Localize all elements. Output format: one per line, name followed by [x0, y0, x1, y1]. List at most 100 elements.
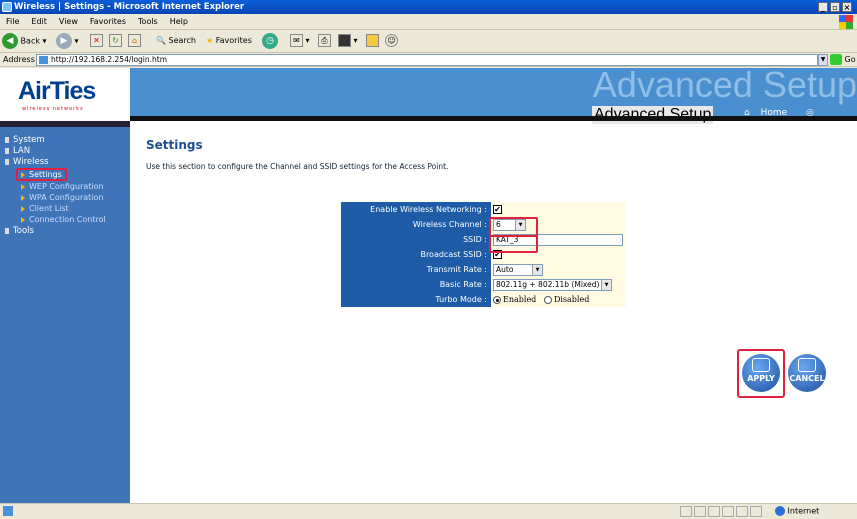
stop-icon: ✕	[90, 34, 103, 47]
cancel-label: CANCEL	[789, 374, 825, 383]
menu-help[interactable]: Help	[164, 14, 194, 30]
web-page: AirTies wireless networks Advanced Setup…	[0, 64, 857, 503]
arrow-icon	[21, 171, 25, 178]
page-status-icon	[3, 506, 13, 516]
edit-icon	[338, 34, 351, 47]
close-button[interactable]: ×	[842, 2, 852, 12]
arrow-icon	[21, 216, 25, 223]
home-icon: ⌂	[128, 34, 141, 47]
sidebar-item-connection-control[interactable]: Connection Control	[21, 215, 106, 224]
logo-area: AirTies wireless networks	[0, 68, 130, 121]
favorites-label: Favorites	[215, 36, 252, 45]
cancel-button[interactable]: CANCEL	[788, 354, 826, 392]
refresh-button[interactable]: ↻	[109, 33, 122, 49]
forward-button[interactable]: ▶ ▾	[56, 33, 79, 50]
sidebar-item-label: WPA Configuration	[29, 193, 104, 202]
arrow-icon	[21, 205, 25, 212]
windows-logo-icon	[839, 15, 853, 29]
person-icon	[5, 158, 9, 165]
form-row-ssid: SSID : KAT_3	[341, 232, 626, 247]
header-watermark: Advanced Setup	[592, 64, 857, 105]
transmit-label: Transmit Rate :	[341, 262, 491, 277]
page-title: Settings	[146, 138, 203, 152]
transmit-rate-select[interactable]: Auto ▼	[493, 263, 543, 276]
sidebar-item-tools[interactable]: Tools	[5, 226, 34, 236]
sidebar-item-wireless[interactable]: Wireless	[5, 157, 49, 167]
history-icon: ◷	[262, 33, 278, 49]
messenger-button[interactable]: ☺	[385, 33, 398, 49]
sidebar-item-lan[interactable]: LAN	[5, 146, 30, 156]
menu-tools[interactable]: Tools	[132, 14, 164, 30]
arrow-icon	[21, 194, 25, 201]
turbo-enabled-radio[interactable]	[493, 296, 501, 304]
turbo-disabled-radio[interactable]	[543, 296, 552, 304]
stop-button[interactable]: ✕	[90, 33, 103, 49]
window-title-bar: Wireless | Settings - Microsoft Internet…	[0, 0, 857, 14]
menu-view[interactable]: View	[53, 14, 84, 30]
sidebar-item-client-list[interactable]: Client List	[21, 204, 69, 213]
folder-icon	[366, 34, 379, 47]
page-description: Use this section to configure the Channe…	[146, 162, 449, 171]
status-segment	[722, 506, 734, 517]
ssid-label: SSID :	[341, 232, 491, 247]
header-title: Advanced Setup	[592, 106, 714, 124]
sidebar-item-label: Settings	[29, 170, 62, 179]
sidebar-item-label: Client List	[29, 204, 69, 213]
status-segment	[680, 506, 692, 517]
mail-icon: ✉	[290, 34, 303, 47]
zone-label: Internet	[787, 506, 820, 516]
form-row-broadcast: Broadcast SSID : ✔	[341, 247, 626, 262]
search-button[interactable]: 🔍 Search	[156, 33, 196, 49]
chevron-down-icon: ▼	[601, 279, 611, 290]
sidebar-item-wpa[interactable]: WPA Configuration	[21, 193, 104, 202]
broadcast-label: Broadcast SSID :	[341, 247, 491, 262]
sidebar-item-label: LAN	[13, 146, 31, 156]
sidebar-item-label: Connection Control	[29, 215, 106, 224]
maximize-button[interactable]: ▫	[830, 2, 840, 12]
chevron-down-icon: ▼	[532, 264, 542, 275]
window-title: Wireless | Settings - Microsoft Internet…	[14, 2, 245, 12]
folder-button[interactable]	[366, 33, 379, 49]
form-row-enable: Enable Wireless Networking : ✔	[341, 202, 626, 217]
back-button[interactable]: ◀ Back ▾	[2, 33, 47, 50]
turbo-enabled-label: Enabled	[503, 295, 537, 304]
page-icon	[39, 56, 48, 64]
back-label: Back	[20, 36, 40, 46]
mail-button[interactable]: ✉ ▾	[290, 33, 310, 49]
person-icon	[5, 147, 9, 154]
sidebar-item-wep[interactable]: WEP Configuration	[21, 182, 104, 191]
address-url: http://192.168.2.254/login.htm	[51, 55, 168, 64]
browser-toolbar: ◀ Back ▾ ▶ ▾ ✕ ↻ ⌂ 🔍 Search ★ Favorites …	[0, 30, 857, 53]
edit-button[interactable]: ▾	[338, 33, 358, 49]
status-segment	[750, 506, 762, 517]
home-button[interactable]: ⌂	[128, 33, 141, 49]
transmit-value: Auto	[496, 264, 514, 274]
ssid-highlight	[489, 235, 538, 253]
menu-edit[interactable]: Edit	[25, 14, 53, 30]
sidebar-item-label: Tools	[13, 226, 34, 236]
page-header: AirTies wireless networks Advanced Setup…	[0, 64, 857, 128]
favorites-button[interactable]: ★ Favorites	[206, 33, 252, 49]
turbo-label: Turbo Mode :	[341, 292, 491, 307]
form-row-turbo: Turbo Mode : Enabled Disabled	[341, 292, 626, 307]
sidebar-item-settings[interactable]: Settings	[16, 168, 67, 181]
minimize-button[interactable]: _	[818, 2, 828, 12]
sidebar-item-system[interactable]: System	[5, 135, 45, 145]
sidebar-item-label: System	[13, 135, 45, 145]
trash-icon	[798, 358, 816, 372]
person-icon	[5, 136, 9, 143]
enable-wireless-checkbox[interactable]: ✔	[493, 205, 502, 214]
form-row-basic: Basic Rate : 802.11g + 802.11b (Mixed) ▼	[341, 277, 626, 292]
back-arrow-icon: ◀	[2, 33, 18, 49]
apply-button[interactable]: APPLY	[742, 354, 780, 392]
sidebar: System LAN Wireless Settings WEP Configu…	[0, 121, 130, 503]
search-label: Search	[168, 36, 196, 45]
history-button[interactable]: ◷	[262, 33, 278, 50]
person-icon	[5, 227, 9, 234]
sidebar-item-label: Wireless	[13, 157, 49, 167]
menu-file[interactable]: File	[0, 14, 25, 30]
menu-favorites[interactable]: Favorites	[84, 14, 132, 30]
basic-rate-select[interactable]: 802.11g + 802.11b (Mixed) ▼	[493, 278, 612, 291]
print-button[interactable]: ⎙	[318, 33, 331, 49]
go-label: Go	[844, 55, 856, 64]
